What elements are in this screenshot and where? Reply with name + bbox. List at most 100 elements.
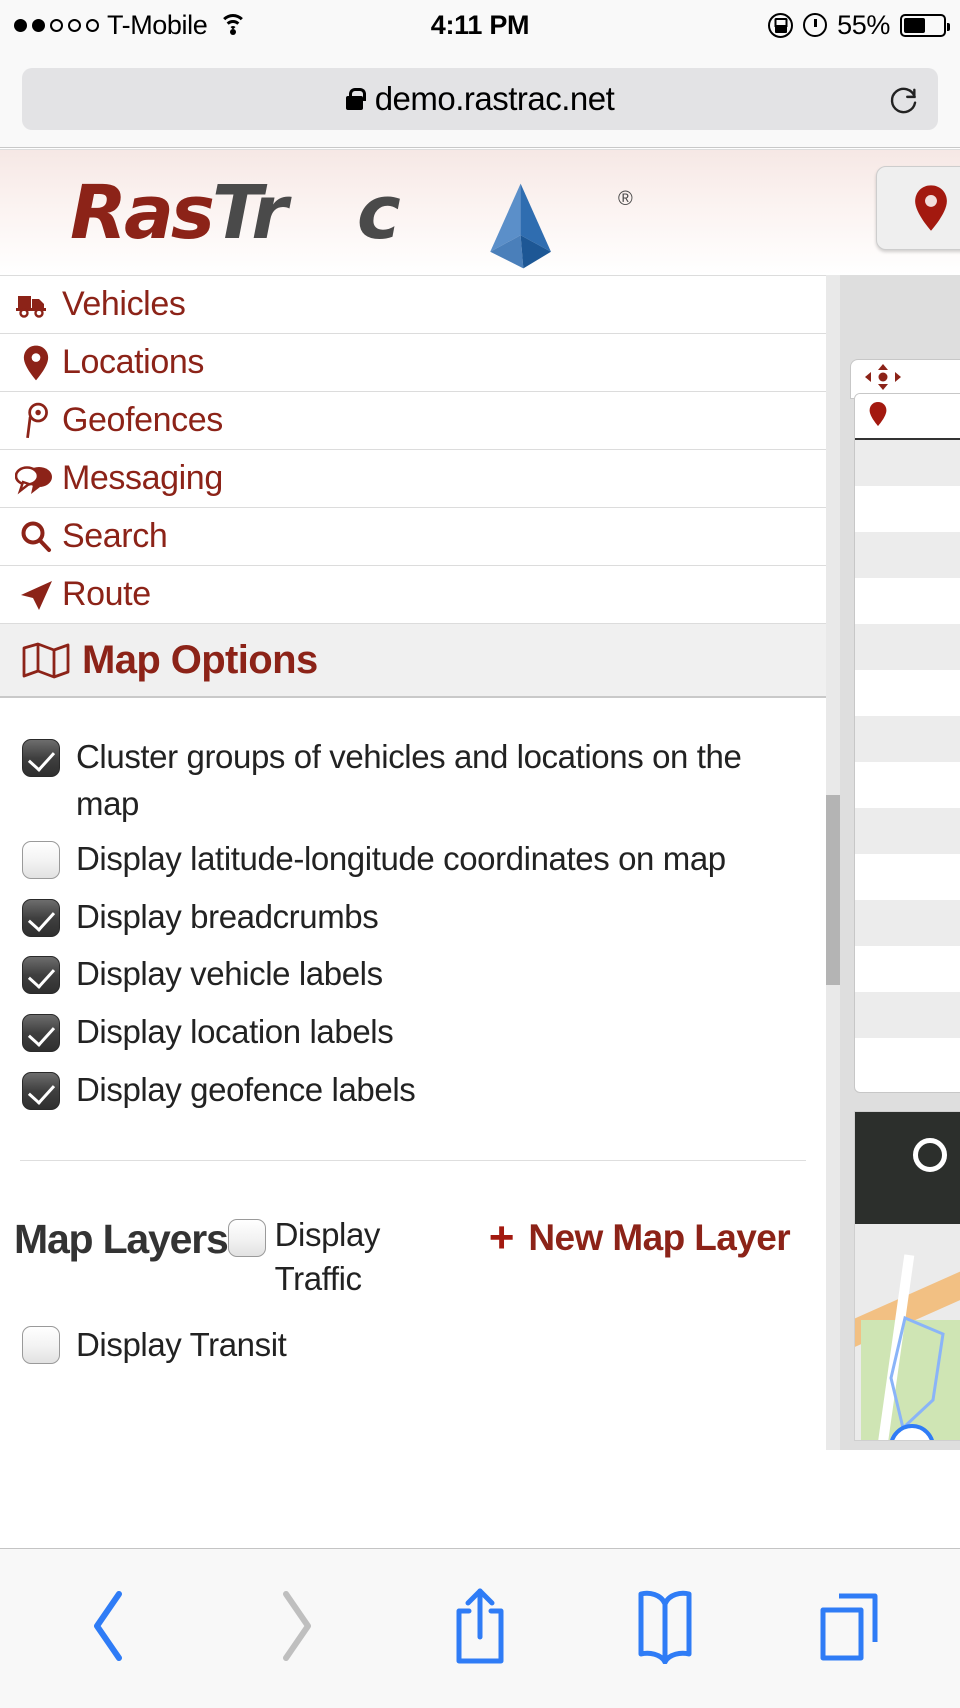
table-row[interactable]	[855, 762, 960, 808]
navigation-arrow-icon	[10, 579, 62, 611]
logo-text-c: c	[357, 176, 398, 250]
chat-bubbles-icon	[10, 463, 62, 495]
map-options-header[interactable]: Map Options	[0, 624, 826, 698]
checkbox-label: Display location labels	[76, 1009, 393, 1056]
checkbox-label: Display breadcrumbs	[76, 894, 378, 941]
logo-trademark: ®	[618, 188, 633, 211]
table-row[interactable]	[855, 716, 960, 762]
sidebar-item-locations[interactable]: Locations	[0, 334, 826, 392]
app-header: Ras Tr c ®	[0, 149, 960, 275]
app-body: Vehicles Locations	[0, 275, 960, 1450]
right-panel-list	[854, 393, 960, 1093]
map-layers-title: Map Layers	[14, 1217, 228, 1262]
table-row[interactable]	[855, 992, 960, 1038]
truck-icon	[10, 290, 62, 320]
checkbox-breadcrumbs[interactable]	[22, 899, 60, 937]
status-bar-right: 55%	[768, 10, 946, 41]
logo-text-tr: Tr	[212, 176, 285, 250]
map-tiles	[855, 1224, 960, 1441]
map-options-checkbox-list: Cluster groups of vehicles and locations…	[0, 698, 826, 1114]
checkbox-vehicle-labels[interactable]	[22, 956, 60, 994]
map-marker-ring	[913, 1138, 947, 1172]
table-row[interactable]	[855, 532, 960, 578]
url-text: demo.rastrac.net	[375, 80, 615, 118]
share-button[interactable]	[425, 1574, 535, 1684]
map-options-title: Map Options	[82, 638, 318, 683]
sidebar-item-vehicles[interactable]: Vehicles	[0, 276, 826, 334]
search-icon	[10, 520, 62, 554]
checkbox-label: Cluster groups of vehicles and locations…	[76, 734, 776, 828]
checkbox-row-breadcrumbs[interactable]: Display breadcrumbs	[0, 894, 826, 941]
safari-bottom-toolbar	[0, 1548, 960, 1708]
checkbox-label: Display geofence labels	[76, 1067, 415, 1114]
table-row[interactable]	[855, 946, 960, 992]
sidebar-item-label: Messaging	[62, 459, 223, 498]
forward-chevron-icon	[272, 1588, 318, 1669]
sidebar-item-search[interactable]: Search	[0, 508, 826, 566]
right-side-column	[840, 275, 960, 1450]
rastrac-logo[interactable]: Ras Tr c ®	[70, 174, 398, 252]
sidebar-item-geofences[interactable]: Geofences	[0, 392, 826, 450]
navigation-arrow-icon	[470, 180, 562, 272]
panel-scrollbar-thumb[interactable]	[826, 795, 840, 985]
checkbox-row-cluster[interactable]: Cluster groups of vehicles and locations…	[0, 734, 826, 828]
checkbox-cluster[interactable]	[22, 739, 60, 777]
map-view[interactable]	[854, 1111, 960, 1441]
bookmarks-button[interactable]	[610, 1574, 720, 1684]
table-row[interactable]	[855, 440, 960, 486]
geofence-icon	[10, 402, 62, 440]
url-input[interactable]: demo.rastrac.net	[22, 68, 938, 130]
map-tooltip	[855, 1112, 960, 1224]
logo-text-ras: Ras	[70, 176, 212, 250]
reload-icon[interactable]	[886, 82, 920, 116]
battery-percent-label: 55%	[837, 10, 890, 41]
safari-url-bar: demo.rastrac.net	[0, 50, 960, 148]
checkbox-row-vehicle-labels[interactable]: Display vehicle labels	[0, 951, 826, 998]
battery-icon	[900, 14, 946, 37]
new-map-layer-label: New Map Layer	[528, 1217, 790, 1259]
table-row[interactable]	[855, 1038, 960, 1084]
sidebar-item-label: Search	[62, 517, 167, 556]
table-row[interactable]	[855, 808, 960, 854]
back-chevron-icon	[87, 1588, 133, 1669]
plus-icon: +	[489, 1223, 515, 1254]
header-map-pin-button[interactable]	[876, 166, 960, 250]
sidebar-item-label: Route	[62, 575, 151, 614]
tabs-icon	[817, 1588, 883, 1669]
checkbox-traffic[interactable]	[228, 1219, 266, 1257]
checkbox-label: Display latitude-longitude coordinates o…	[76, 836, 726, 883]
sidebar-item-label: Geofences	[62, 401, 223, 440]
checkbox-transit[interactable]	[22, 1326, 60, 1364]
table-row[interactable]	[855, 486, 960, 532]
checkbox-location-labels[interactable]	[22, 1014, 60, 1052]
right-panel-tab[interactable]	[855, 394, 960, 440]
checkbox-label: Display Transit	[76, 1326, 286, 1364]
map-pin-icon	[869, 402, 887, 431]
left-options-panel: Vehicles Locations	[0, 275, 826, 1450]
sidebar-item-messaging[interactable]: Messaging	[0, 450, 826, 508]
table-row[interactable]	[855, 624, 960, 670]
checkbox-row-geofence-labels[interactable]: Display geofence labels	[0, 1067, 826, 1114]
table-row[interactable]	[855, 900, 960, 946]
sidebar-item-route[interactable]: Route	[0, 566, 826, 624]
tabs-button[interactable]	[795, 1574, 905, 1684]
table-row[interactable]	[855, 670, 960, 716]
map-pin-icon	[914, 185, 948, 231]
forward-button[interactable]	[240, 1574, 350, 1684]
checkbox-row-location-labels[interactable]: Display location labels	[0, 1009, 826, 1056]
table-row[interactable]	[855, 854, 960, 900]
safari-browser-screen: T-Mobile 4:11 PM 55% demo.rastrac.net	[0, 0, 960, 1708]
alarm-clock-icon	[803, 13, 827, 37]
back-button[interactable]	[55, 1574, 165, 1684]
move-crosshair-icon	[863, 362, 903, 397]
sidebar-item-label: Vehicles	[62, 285, 185, 324]
checkbox-row-traffic[interactable]: Display Traffic	[228, 1213, 413, 1300]
new-map-layer-button[interactable]: + New Map Layer	[489, 1217, 790, 1259]
share-icon	[450, 1585, 510, 1672]
checkbox-latlon[interactable]	[22, 841, 60, 879]
checkbox-row-latlon[interactable]: Display latitude-longitude coordinates o…	[0, 836, 826, 883]
checkbox-row-transit[interactable]: Display Transit	[0, 1300, 826, 1364]
checkbox-geofence-labels[interactable]	[22, 1072, 60, 1110]
table-row[interactable]	[855, 578, 960, 624]
sidebar-item-label: Locations	[62, 343, 204, 382]
